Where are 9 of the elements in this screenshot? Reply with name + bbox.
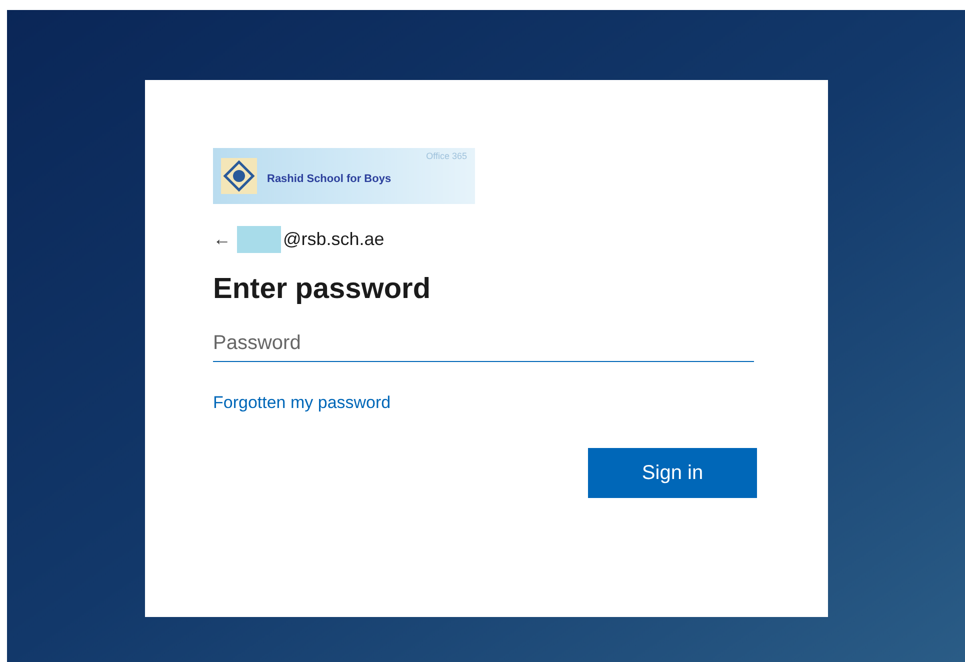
password-field[interactable]: Password bbox=[213, 326, 754, 362]
page-title: Enter password bbox=[213, 272, 432, 307]
school-crest-icon bbox=[219, 156, 259, 196]
sign-in-button[interactable]: Sign in bbox=[588, 448, 757, 498]
redaction-block bbox=[237, 226, 281, 252]
forgot-password-link[interactable]: Forgotten my password bbox=[213, 390, 391, 415]
product-name: Office 365 bbox=[426, 150, 467, 163]
account-email: @rsb.sch.ae bbox=[283, 228, 384, 250]
school-name: Rashid School for Boys bbox=[267, 172, 392, 187]
